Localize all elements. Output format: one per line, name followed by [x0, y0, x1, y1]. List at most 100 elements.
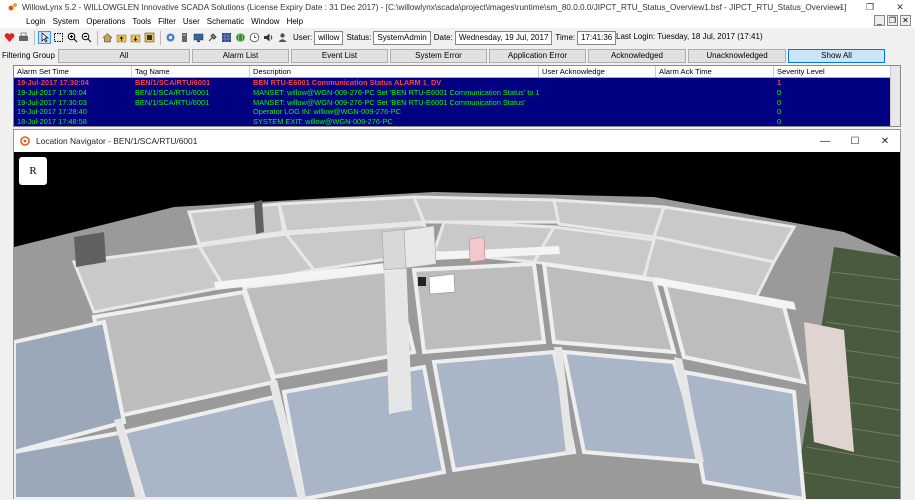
zoom-in-icon[interactable] [66, 31, 79, 44]
cell-description: Operator LOG IN: willow@WGN-009-276-PC [253, 107, 401, 117]
column-header-description[interactable]: Description [250, 66, 539, 77]
cell-severity-level: 0 [777, 97, 782, 107]
filter-bar: Filtering Group All Alarm List Event Lis… [0, 47, 915, 64]
print-icon[interactable] [17, 31, 30, 44]
navigator-close-button[interactable]: ✕ [870, 130, 900, 152]
cell-description: BEN RTU-E6001 Communication Status ALARM… [253, 78, 442, 87]
menu-tools[interactable]: Tools [132, 17, 151, 26]
table-row[interactable]: 18-Jul-2017 17:48:58 SYSTEM EXIT: willow… [14, 117, 900, 127]
filter-show-all-button[interactable]: Show All [788, 48, 885, 63]
cell-alarm-ack-time [656, 117, 774, 126]
cell-alarm-set-time: 19-Jul-2017 17:28:40 [17, 107, 87, 117]
navigator-maximize-button[interactable]: ☐ [840, 130, 870, 152]
cell-user-acknowledge [539, 98, 656, 108]
status-label: Status: [346, 33, 372, 42]
menu-operations[interactable]: Operations [86, 17, 125, 26]
table-row[interactable]: 19-Jul-2017 17:30:04 BEN/1/SCA/RTU/6001 … [14, 88, 900, 98]
filtering-group-label: Filtering Group [2, 51, 55, 60]
menu-login[interactable]: Login [26, 17, 46, 26]
window-title: WillowLynx 5.2 - WILLOWGLEN Innovative S… [22, 2, 847, 12]
column-header-severity-level[interactable]: Severity Level [774, 66, 891, 77]
table-row[interactable]: 19-Jul-2017 17:30:04 BEN/1/SCA/RTU/6001 … [14, 78, 900, 88]
filter-acknowledged-button[interactable]: Acknowledged [588, 48, 686, 63]
table-row[interactable]: 19-Jul-2017 17:28:40 Operator LOG IN: wi… [14, 107, 900, 117]
time-value: 17:41:36 [577, 30, 617, 45]
navigator-minimize-button[interactable]: — [810, 130, 840, 152]
menu-schematic[interactable]: Schematic [207, 17, 244, 26]
filter-unacknowledged-button[interactable]: Unacknowledged [688, 48, 786, 63]
menu-system[interactable]: System [53, 17, 80, 26]
column-header-alarm-set-time[interactable]: Alarm Set Time [14, 66, 132, 77]
toolbar: User: willow Status: SystemAdmin Date: W… [0, 28, 915, 47]
navigator-title: Location Navigator - BEN/1/SCA/RTU/6001 [36, 136, 198, 146]
menu-help[interactable]: Help [287, 17, 303, 26]
cell-severity-level: 1 [777, 78, 782, 87]
column-header-alarm-ack-time[interactable]: Alarm Ack Time [656, 66, 774, 77]
cell-tag-name [132, 107, 250, 117]
navigator-app-icon [20, 136, 30, 146]
table-row[interactable]: 19-Jul-2017 17:30:03 BEN/1/SCA/RTU/6001 … [14, 98, 900, 108]
status-value: SystemAdmin [373, 30, 431, 45]
menu-window[interactable]: Window [251, 17, 279, 26]
grid-header: Alarm Set Time Tag Name Description User… [14, 66, 900, 78]
location-navigator-window: Location Navigator - BEN/1/SCA/RTU/6001 … [13, 129, 901, 499]
speaker-icon[interactable] [262, 31, 275, 44]
mdi-restore-button[interactable]: ❐ [887, 15, 898, 26]
status-field: Status: SystemAdmin [346, 30, 431, 45]
filter-application-error-button[interactable]: Application Error [489, 48, 586, 63]
folder-up-icon[interactable] [115, 31, 128, 44]
toolbar-separator [97, 30, 98, 45]
monitor-icon[interactable] [192, 31, 205, 44]
toolbar-separator [34, 30, 35, 45]
reset-view-button[interactable]: R [19, 157, 47, 185]
cell-alarm-ack-time [656, 78, 774, 88]
column-header-user-acknowledge[interactable]: User Acknowledge [539, 66, 656, 77]
minimize-button[interactable]: – [825, 0, 855, 14]
cell-alarm-set-time: 19-Jul-2017 17:30:04 [17, 78, 89, 87]
cell-user-acknowledge [539, 117, 656, 126]
clock-icon[interactable] [248, 31, 261, 44]
cell-tag-name: BEN/1/SCA/RTU/6001 [135, 87, 210, 97]
pointer-icon[interactable] [38, 31, 51, 44]
date-value: Wednesday, 19 Jul, 2017 [454, 30, 553, 45]
home-icon[interactable] [101, 31, 114, 44]
cell-tag-name: BEN/1/SCA/RTU/6001 [135, 78, 211, 87]
menu-user[interactable]: User [183, 17, 200, 26]
folder-down-icon[interactable] [129, 31, 142, 44]
app-icon [8, 2, 18, 12]
filter-system-error-button[interactable]: System Error [390, 48, 487, 63]
zoom-out-icon[interactable] [80, 31, 93, 44]
cell-alarm-ack-time [656, 98, 774, 108]
mdi-minimize-button[interactable]: _ [874, 15, 885, 26]
grid-scrollbar[interactable] [890, 66, 900, 126]
mdi-close-button[interactable]: ✕ [900, 15, 911, 26]
close-button[interactable]: ✕ [885, 0, 915, 14]
cell-tag-name [132, 117, 250, 126]
cell-user-acknowledge [539, 88, 656, 98]
menu-bar: Login System Operations Tools Filter Use… [0, 14, 915, 28]
filter-event-list-button[interactable]: Event List [291, 48, 388, 63]
tool-icon[interactable] [206, 31, 219, 44]
network-icon[interactable] [164, 31, 177, 44]
filter-all-button[interactable]: All [58, 48, 190, 63]
grid-icon[interactable] [220, 31, 233, 44]
3d-floorplan-view[interactable]: R [14, 152, 900, 499]
cell-alarm-set-time: 19-Jul-2017 17:30:04 [17, 87, 87, 97]
alarm-grid[interactable]: Alarm Set Time Tag Name Description User… [13, 65, 901, 127]
cell-alarm-ack-time [656, 88, 774, 98]
globe-icon[interactable] [234, 31, 247, 44]
title-bar: WillowLynx 5.2 - WILLOWGLEN Innovative S… [0, 0, 915, 14]
cell-severity-level: 0 [777, 117, 782, 127]
filter-alarm-list-button[interactable]: Alarm List [192, 48, 289, 63]
hierarchy-icon[interactable] [143, 31, 156, 44]
heart-icon[interactable] [3, 31, 16, 44]
restore-button[interactable]: ❐ [855, 0, 885, 14]
cell-alarm-set-time: 18-Jul-2017 17:48:58 [17, 117, 87, 127]
menu-filter[interactable]: Filter [158, 17, 176, 26]
tag-list-icon[interactable] [178, 31, 191, 44]
column-header-tag-name[interactable]: Tag Name [132, 66, 250, 77]
last-login-text: Last Login: Tuesday, 18 Jul, 2017 (17:41… [616, 32, 763, 41]
select-area-icon[interactable] [52, 31, 65, 44]
cell-alarm-ack-time [656, 107, 774, 117]
cell-user-acknowledge [539, 78, 656, 88]
